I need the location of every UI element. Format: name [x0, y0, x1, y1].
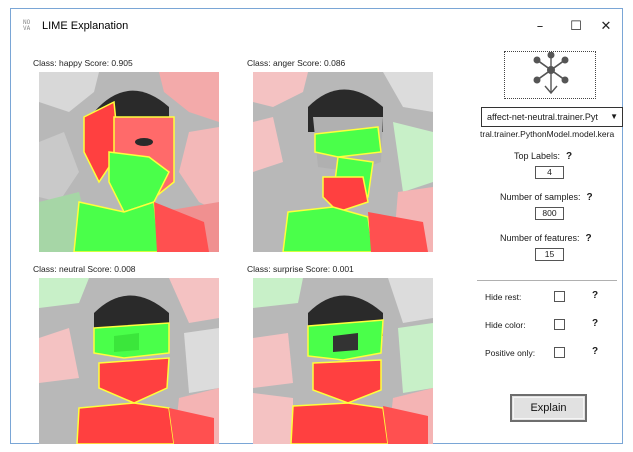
minimize-button[interactable]: –	[525, 15, 555, 39]
lime-window: NO VA LIME Explanation – ☐ ✕ Class: happy…	[10, 8, 623, 444]
explanation-panel-happy: Class: happy Score: 0.905	[33, 58, 233, 258]
num-features-input[interactable]: 15	[535, 248, 564, 261]
neural-network-download-icon	[533, 51, 569, 95]
explanation-image-neutral	[39, 278, 219, 444]
sidebar-divider	[477, 280, 617, 281]
close-button[interactable]: ✕	[591, 15, 621, 39]
positive-only-checkbox[interactable]	[554, 347, 565, 358]
hide-rest-help-icon[interactable]: ?	[592, 290, 598, 301]
model-select-value: affect-net-neutral.trainer.Pyt	[487, 112, 598, 122]
explanation-panel-neutral: Class: neutral Score: 0.008	[33, 264, 233, 452]
model-path-text: tral.trainer.PythonModel.model.kera	[480, 129, 615, 139]
top-labels-input[interactable]: 4	[535, 166, 564, 179]
panel-label: Class: neutral Score: 0.008	[33, 264, 136, 274]
positive-only-help-icon[interactable]: ?	[592, 346, 598, 357]
explain-button[interactable]: Explain	[510, 394, 587, 422]
window-title: LIME Explanation	[42, 20, 129, 32]
app-icon: NO VA	[23, 19, 31, 32]
maximize-button[interactable]: ☐	[561, 15, 591, 39]
model-select[interactable]: affect-net-neutral.trainer.Pyt ▼	[481, 107, 623, 127]
num-samples-label: Number of samples:	[500, 192, 581, 202]
hide-color-checkbox[interactable]	[554, 319, 565, 330]
chevron-down-icon: ▼	[610, 112, 618, 121]
explanation-panel-anger: Class: anger Score: 0.086	[247, 58, 447, 258]
panel-label: Class: happy Score: 0.905	[33, 58, 133, 68]
top-labels-label: Top Labels:	[514, 151, 561, 161]
explain-button-label: Explain	[530, 402, 567, 414]
hide-color-help-icon[interactable]: ?	[592, 318, 598, 329]
num-features-label: Number of features:	[500, 233, 580, 243]
positive-only-label: Positive only:	[485, 348, 536, 358]
top-labels-help-icon[interactable]: ?	[566, 151, 572, 162]
num-samples-help-icon[interactable]: ?	[587, 192, 593, 203]
panel-label: Class: surprise Score: 0.001	[247, 264, 354, 274]
num-samples-row: Number of samples:?	[500, 192, 593, 203]
explanation-image-happy	[39, 72, 219, 252]
explanation-image-surprise	[253, 278, 433, 444]
hide-rest-label: Hide rest:	[485, 292, 522, 302]
panel-label: Class: anger Score: 0.086	[247, 58, 346, 68]
model-drop-area[interactable]	[504, 51, 596, 99]
top-labels-row: Top Labels:?	[514, 151, 572, 162]
title-bar[interactable]: NO VA LIME Explanation – ☐ ✕	[11, 9, 622, 43]
num-features-help-icon[interactable]: ?	[586, 233, 592, 244]
hide-rest-checkbox[interactable]	[554, 291, 565, 302]
explanation-panel-surprise: Class: surprise Score: 0.001	[247, 264, 447, 452]
num-features-row: Number of features:?	[500, 233, 592, 244]
explanation-image-anger	[253, 72, 433, 252]
num-samples-input[interactable]: 800	[535, 207, 564, 220]
hide-color-label: Hide color:	[485, 320, 526, 330]
